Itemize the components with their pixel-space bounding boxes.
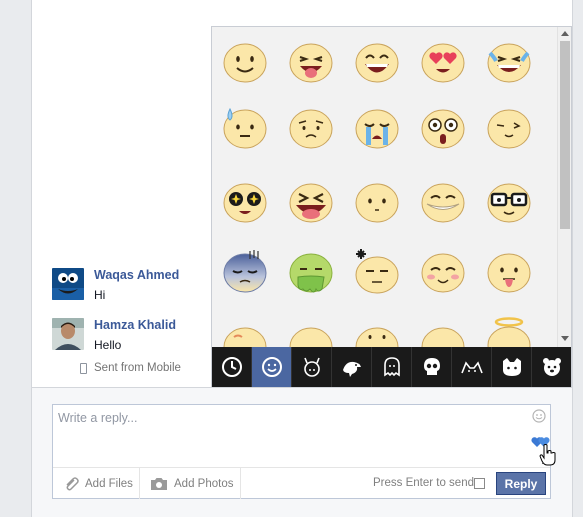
grin-emoji[interactable] [354, 39, 400, 85]
left-gutter [0, 0, 32, 517]
smiley-face-icon [262, 357, 282, 377]
partial-emoji[interactable] [420, 323, 466, 347]
tongue-emoji[interactable] [288, 39, 334, 85]
right-gutter [572, 0, 583, 517]
reply-composer-area: Add Files Add Photos Press Enter to send… [32, 387, 572, 517]
gloom-emoji[interactable] [222, 249, 268, 295]
sender-name[interactable]: Waqas Ahmed [94, 268, 179, 282]
sick-emoji[interactable] [288, 249, 334, 295]
reply-input[interactable] [53, 405, 550, 465]
squint-tongue-emoji[interactable] [288, 179, 334, 225]
reply-button[interactable]: Reply [496, 472, 546, 495]
smile-emoji[interactable] [222, 39, 268, 85]
tab-cat-ears[interactable] [452, 347, 492, 387]
angel-emoji[interactable] [486, 315, 532, 347]
sticker-panel [211, 26, 572, 387]
worried-emoji[interactable] [288, 105, 334, 151]
cat-ears-icon [461, 361, 483, 374]
wink-emoji[interactable] [486, 105, 532, 151]
sweat-emoji[interactable] [222, 105, 268, 151]
partial-emoji[interactable] [354, 323, 400, 347]
grin-teeth-emoji[interactable] [420, 179, 466, 225]
tab-bear[interactable] [532, 347, 571, 387]
emoji-grid [212, 27, 557, 347]
composer-footer: Add Files Add Photos Press Enter to send… [53, 467, 550, 499]
add-photos-label: Add Photos [174, 477, 234, 490]
blush-emoji[interactable] [420, 249, 466, 295]
bird-icon [343, 361, 361, 377]
emoji-scrollbar[interactable] [557, 27, 571, 347]
glasses-emoji[interactable] [486, 179, 532, 225]
scroll-up-arrow-icon[interactable] [561, 31, 569, 36]
cookie-monster-avatar [52, 268, 84, 300]
heart-eyes-emoji[interactable] [420, 39, 466, 85]
footer-divider [139, 468, 140, 499]
add-files-label: Add Files [85, 477, 133, 490]
mobile-phone-icon [80, 363, 87, 374]
tab-emoticons[interactable] [252, 347, 292, 387]
surprised-emoji[interactable] [420, 105, 466, 151]
star-eyes-emoji[interactable] [222, 179, 268, 225]
ghost-icon [384, 357, 400, 377]
neutral-emoji[interactable] [354, 179, 400, 225]
horned-icon [304, 357, 320, 377]
avatar[interactable] [52, 268, 84, 300]
scroll-down-arrow-icon[interactable] [561, 336, 569, 341]
cat-icon [503, 358, 521, 376]
message-text: Hi [94, 288, 106, 302]
emoticon-picker-icon[interactable] [532, 409, 546, 423]
tab-bird[interactable] [332, 347, 372, 387]
hand-cursor-icon [539, 444, 556, 466]
camera-icon [151, 477, 167, 490]
tongue-out-emoji[interactable] [486, 249, 532, 295]
tab-horned[interactable] [292, 347, 332, 387]
tab-ghost[interactable] [372, 347, 412, 387]
avatar[interactable] [52, 318, 84, 350]
press-enter-checkbox[interactable] [474, 478, 485, 489]
sticker-tab-bar [212, 347, 571, 387]
crying-emoji[interactable] [354, 105, 400, 151]
sent-from-label: Sent from Mobile [94, 362, 181, 374]
scroll-thumb[interactable] [560, 41, 570, 229]
reply-composer: Add Files Add Photos Press Enter to send… [52, 404, 556, 499]
press-enter-label: Press Enter to send [373, 477, 474, 489]
clock-icon [222, 357, 242, 377]
person-photo-avatar [52, 318, 84, 350]
tab-recent[interactable] [212, 347, 252, 387]
paperclip-icon [66, 476, 79, 490]
add-files-button[interactable]: Add Files [63, 468, 139, 499]
sender-name[interactable]: Hamza Khalid [94, 318, 176, 332]
tab-cat[interactable] [492, 347, 532, 387]
sent-from-mobile: Sent from Mobile [80, 362, 181, 374]
partial-emoji[interactable] [222, 323, 268, 347]
tears-of-joy-emoji[interactable] [486, 39, 532, 85]
tab-skull[interactable] [412, 347, 452, 387]
add-photos-button[interactable]: Add Photos [150, 468, 240, 499]
footer-divider [240, 468, 241, 499]
skull-icon [424, 358, 440, 375]
message-text: Hello [94, 338, 122, 352]
partial-emoji[interactable] [288, 323, 334, 347]
bear-icon [543, 358, 561, 376]
angry-emoji[interactable] [354, 249, 400, 295]
